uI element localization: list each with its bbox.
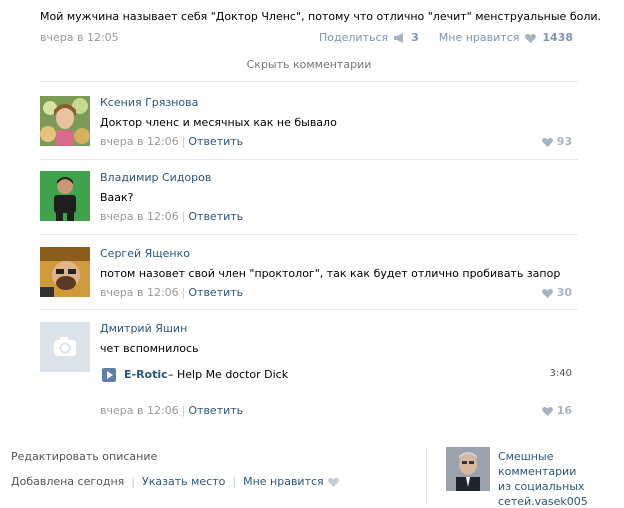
- group-name-link[interactable]: Смешные комментарии из социальных сетей.…: [498, 449, 588, 508]
- added-date: Добавлена сегодня: [11, 475, 125, 488]
- comment-date[interactable]: вчера в 12:06: [100, 404, 179, 417]
- reply-button[interactable]: Ответить: [188, 404, 243, 417]
- post-meta: вчера в 12:05 Поделиться 3 Мне нравится …: [40, 31, 573, 45]
- comment-date[interactable]: вчера в 12:06: [100, 286, 179, 299]
- comment-date[interactable]: вчера в 12:06: [100, 210, 179, 223]
- reply-button[interactable]: Ответить: [188, 286, 243, 299]
- comment-likes[interactable]: 93: [541, 135, 572, 148]
- comment-like-count: 16: [556, 404, 572, 417]
- reply-button[interactable]: Ответить: [188, 210, 243, 223]
- comment: Ксения Грязнова Доктор членс и месячных …: [40, 96, 578, 160]
- comment: Дмитрий Яшин чет вспомнилось E-Rotic – H…: [40, 322, 578, 426]
- photo-actions: Добавлена сегодня | Указать место | Мне …: [11, 475, 339, 488]
- audio-attachment: E-Rotic – Help Me doctor Dick 3:40: [100, 367, 572, 383]
- comment-text: потом назовет свой член "проктолог", так…: [100, 267, 561, 280]
- post-text: Мой мужчина называет себя "Доктор Членс"…: [40, 10, 602, 23]
- comment-like-count: 93: [556, 135, 572, 148]
- post-date[interactable]: вчера в 12:05: [40, 31, 119, 44]
- comment-like-count: 30: [556, 286, 572, 299]
- share-button[interactable]: Поделиться: [319, 31, 388, 44]
- heart-icon[interactable]: [541, 288, 553, 298]
- post-actions: Поделиться 3 Мне нравится 1438: [319, 31, 573, 44]
- comment-meta: вчера в 12:06 | Ответить: [100, 286, 243, 299]
- separator: |: [181, 135, 186, 148]
- comment-author[interactable]: Сергей Ященко: [100, 247, 190, 260]
- hide-comments-link[interactable]: Скрыть комментарии: [40, 58, 578, 82]
- comment: Владимир Сидоров Ваак? вчера в 12:06 | Отв…: [40, 171, 578, 235]
- avatar[interactable]: [40, 171, 90, 221]
- comment-author[interactable]: Владимир Сидоров: [100, 171, 211, 184]
- separator: |: [181, 404, 186, 417]
- like-button[interactable]: Мне нравится: [439, 31, 520, 44]
- separator: |: [232, 475, 237, 488]
- comment-meta: вчера в 12:06 | Ответить: [100, 404, 243, 417]
- comment-text: Ваак?: [100, 191, 134, 204]
- separator: |: [181, 286, 186, 299]
- group-avatar[interactable]: [446, 447, 490, 491]
- like-photo-button[interactable]: Мне нравится: [243, 475, 324, 488]
- heart-icon[interactable]: [525, 33, 537, 43]
- heart-icon[interactable]: [541, 137, 553, 147]
- audio-title: – Help Me doctor Dick: [168, 368, 289, 381]
- comment-date[interactable]: вчера в 12:06: [100, 135, 179, 148]
- comment-author[interactable]: Ксения Грязнова: [100, 96, 198, 109]
- separator: |: [181, 210, 186, 223]
- edit-description-link[interactable]: Редактировать описание: [11, 450, 157, 463]
- reply-button[interactable]: Ответить: [188, 135, 243, 148]
- separator: |: [131, 475, 136, 488]
- heart-icon[interactable]: [327, 477, 339, 487]
- comment-author[interactable]: Дмитрий Яшин: [100, 322, 187, 335]
- comment-text: чет вспомнилось: [100, 342, 199, 355]
- comment-likes[interactable]: 16: [541, 404, 572, 417]
- comment-likes[interactable]: 30: [541, 286, 572, 299]
- avatar[interactable]: [40, 322, 90, 372]
- comment-meta: вчера в 12:06 | Ответить: [100, 135, 243, 148]
- footer-divider: [426, 447, 427, 504]
- comment-text: Доктор членс и месячных как не бывало: [100, 116, 337, 129]
- heart-icon[interactable]: [541, 406, 553, 416]
- share-count: 3: [411, 31, 419, 44]
- megaphone-icon[interactable]: [394, 32, 405, 43]
- audio-artist[interactable]: E-Rotic: [124, 368, 168, 381]
- set-place-link[interactable]: Указать место: [142, 475, 225, 488]
- comment-meta: вчера в 12:06 | Ответить: [100, 210, 243, 223]
- play-icon[interactable]: [102, 368, 116, 382]
- avatar[interactable]: [40, 96, 90, 146]
- camera-icon: [40, 322, 90, 372]
- audio-duration: 3:40: [549, 368, 572, 379]
- avatar[interactable]: [40, 247, 90, 297]
- like-count: 1438: [542, 31, 573, 44]
- comment: Сергей Ященко потом назовет свой член "п…: [40, 247, 578, 310]
